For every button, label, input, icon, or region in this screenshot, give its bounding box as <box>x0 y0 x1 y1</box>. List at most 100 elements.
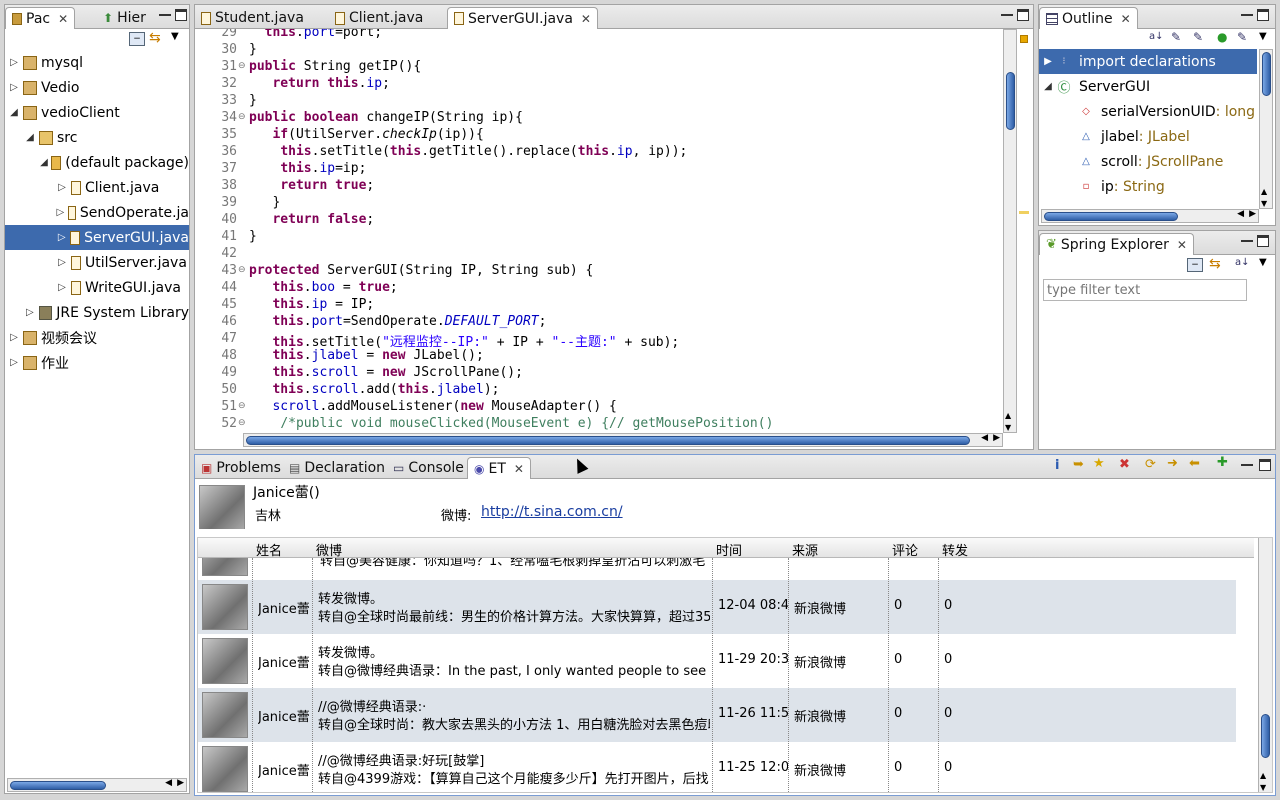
close-icon[interactable]: ✕ <box>1177 238 1187 252</box>
maximize-icon[interactable] <box>1259 459 1271 471</box>
code-line[interactable]: } <box>249 42 257 57</box>
fold-icon[interactable]: ⊖ <box>238 401 246 411</box>
link-with-editor-icon[interactable]: ⇆ <box>149 30 161 46</box>
collapsed-arrow-icon[interactable]: ▷ <box>7 357 21 368</box>
maximize-icon[interactable] <box>175 9 187 21</box>
collapsed-arrow-icon[interactable]: ▶ <box>1041 56 1055 67</box>
hide-local-types-icon[interactable]: ✎ <box>1237 30 1247 44</box>
tab-package-explorer[interactable]: Pac ✕ <box>5 7 76 29</box>
tree-item[interactable]: ▷ 视频会议 <box>5 325 189 350</box>
tab-console[interactable]: ▭ Console <box>387 457 470 479</box>
code-line[interactable]: scroll.addMouseListener(new MouseAdapter… <box>249 399 616 414</box>
hide-static-icon[interactable]: ✎ <box>1193 30 1203 44</box>
expanded-arrow-icon[interactable]: ◢ <box>39 157 49 168</box>
code-line[interactable]: this.setTitle(this.getTitle().replace(th… <box>249 144 687 159</box>
minimize-icon[interactable] <box>1241 237 1253 242</box>
scroll-thumb[interactable] <box>1044 212 1178 221</box>
code-line[interactable]: this.port=port; <box>249 29 382 40</box>
code-line[interactable]: /*public void mouseClicked(MouseEvent e)… <box>249 416 773 431</box>
tree-item[interactable]: ▷ SendOperate.ja <box>5 200 189 225</box>
profile-avatar[interactable] <box>199 485 245 529</box>
code-line[interactable]: this.port=SendOperate.DEFAULT_PORT; <box>249 314 546 329</box>
tab-servergui-java[interactable]: ServerGUI.java ✕ <box>447 7 598 29</box>
tab-declaration[interactable]: ▤ Declaration <box>283 457 391 479</box>
code-line[interactable]: return true; <box>249 178 374 193</box>
collapsed-arrow-icon[interactable]: ▷ <box>7 57 21 68</box>
minimize-icon[interactable] <box>1001 11 1013 16</box>
tab-hierarchy[interactable]: ⬆ Hier <box>97 7 152 29</box>
fold-icon[interactable]: ⊖ <box>238 418 246 428</box>
code-line[interactable]: this.boo = true; <box>249 280 397 295</box>
code-line[interactable]: } <box>249 229 257 244</box>
outline-item[interactable]: ◢ Ⓒ ServerGUI <box>1039 74 1257 99</box>
outline-vscroll[interactable]: ▲ ▼ <box>1259 49 1273 209</box>
collapsed-arrow-icon[interactable]: ▷ <box>55 282 69 293</box>
close-icon[interactable]: ✕ <box>581 12 591 26</box>
code-line[interactable]: return false; <box>249 212 374 227</box>
tab-client-java[interactable]: Client.java <box>329 7 429 29</box>
close-icon[interactable]: ✕ <box>514 462 524 476</box>
add-icon[interactable]: ✚ <box>1217 455 1228 470</box>
tab-et[interactable]: ◉ ET ✕ <box>467 457 531 479</box>
fold-icon[interactable]: ⊖ <box>238 265 246 275</box>
tab-student-java[interactable]: Student.java <box>195 7 310 29</box>
hide-fields-icon[interactable]: ✎ <box>1171 30 1181 44</box>
sort-icon[interactable]: a↓ <box>1235 257 1250 268</box>
weibo-link[interactable]: http://t.sina.com.cn/ <box>481 504 623 520</box>
minimize-icon[interactable] <box>159 11 171 16</box>
close-icon[interactable]: ✕ <box>58 12 68 26</box>
column-header-weibo[interactable]: 微博 <box>316 540 342 559</box>
scroll-thumb[interactable] <box>1006 72 1015 130</box>
expanded-arrow-icon[interactable]: ◢ <box>7 107 21 118</box>
tab-spring-explorer[interactable]: ❦ Spring Explorer ✕ <box>1039 233 1194 255</box>
code-line[interactable]: public boolean changeIP(String ip){ <box>249 110 523 125</box>
column-header-source[interactable]: 来源 <box>792 540 818 559</box>
info-icon[interactable]: i <box>1055 458 1059 473</box>
column-header-time[interactable]: 时间 <box>716 540 742 559</box>
outline-item[interactable]: ◇ serialVersionUID : long <box>1039 99 1257 124</box>
collapsed-arrow-icon[interactable]: ▷ <box>55 257 69 268</box>
table-row[interactable]: Janice蕾 //@微博经典语录:· 转自@全球时尚：教大家去黑头的小方法 1、用… <box>198 688 1236 742</box>
code-line[interactable]: this.scroll = new JScrollPane(); <box>249 365 522 380</box>
delete-icon[interactable]: ✖ <box>1119 457 1130 472</box>
tree-item[interactable]: ◢ src <box>5 125 189 150</box>
warning-marker-icon[interactable] <box>1020 35 1028 43</box>
column-header-comments[interactable]: 评论 <box>892 540 918 559</box>
tree-item[interactable]: ▷ Client.java <box>5 175 189 200</box>
scroll-right-icon[interactable]: ▶ <box>177 778 184 788</box>
tree-item[interactable]: ▷ Vedio <box>5 75 189 100</box>
maximize-icon[interactable] <box>1017 9 1029 21</box>
collapsed-arrow-icon[interactable]: ▷ <box>23 307 37 318</box>
scroll-left-icon[interactable]: ◀ <box>981 433 988 443</box>
scroll-thumb[interactable] <box>10 781 106 790</box>
tree-item[interactable]: ▷ 作业 <box>5 350 189 375</box>
collapsed-arrow-icon[interactable]: ▷ <box>7 82 21 93</box>
scroll-left-icon[interactable]: ◀ <box>1237 209 1244 219</box>
scroll-right-icon[interactable]: ▶ <box>1249 209 1256 219</box>
scroll-down-icon[interactable]: ▼ <box>1005 423 1011 432</box>
star-icon[interactable]: ★ <box>1093 456 1105 471</box>
tree-item[interactable]: ◢ vedioClient <box>5 100 189 125</box>
scroll-up-icon[interactable]: ▲ <box>1261 187 1267 196</box>
table-row-partial[interactable]: 转自@美容健康：你知道吗？1、经常嗑毛根剥掉皇折沾可以刺激毛 <box>198 558 1236 580</box>
code-line[interactable]: this.jlabel = new JLabel(); <box>249 348 483 363</box>
column-header-reposts[interactable]: 转发 <box>942 540 968 559</box>
collapsed-arrow-icon[interactable]: ▷ <box>55 207 66 218</box>
code-line[interactable]: this.ip = IP; <box>249 297 374 312</box>
tree-item[interactable]: ▷ UtilServer.java <box>5 250 189 275</box>
tree-item[interactable]: ▷ WriteGUI.java <box>5 275 189 300</box>
forward-icon[interactable]: ➜ <box>1167 456 1178 471</box>
expanded-arrow-icon[interactable]: ◢ <box>1041 81 1055 92</box>
tab-outline[interactable]: Outline ✕ <box>1039 7 1138 29</box>
minimize-icon[interactable] <box>1241 461 1253 466</box>
scroll-down-icon[interactable]: ▼ <box>1260 783 1266 792</box>
table-row[interactable]: Janice蕾 转发微博。 转自@全球时尚最前线：男生的价格计算方法。大家快算算，超… <box>198 580 1236 634</box>
view-menu-icon[interactable]: ▼ <box>1259 31 1267 42</box>
code-line[interactable]: this.scroll.add(this.jlabel); <box>249 382 499 397</box>
scroll-down-icon[interactable]: ▼ <box>1261 199 1267 208</box>
tree-item[interactable]: ◢ (default package) <box>5 150 189 175</box>
code-line[interactable]: } <box>249 195 280 210</box>
sort-icon[interactable]: a↓ <box>1149 31 1164 42</box>
scroll-thumb[interactable] <box>1261 714 1270 758</box>
outline-hscroll[interactable]: ◀ ▶ <box>1041 209 1259 223</box>
